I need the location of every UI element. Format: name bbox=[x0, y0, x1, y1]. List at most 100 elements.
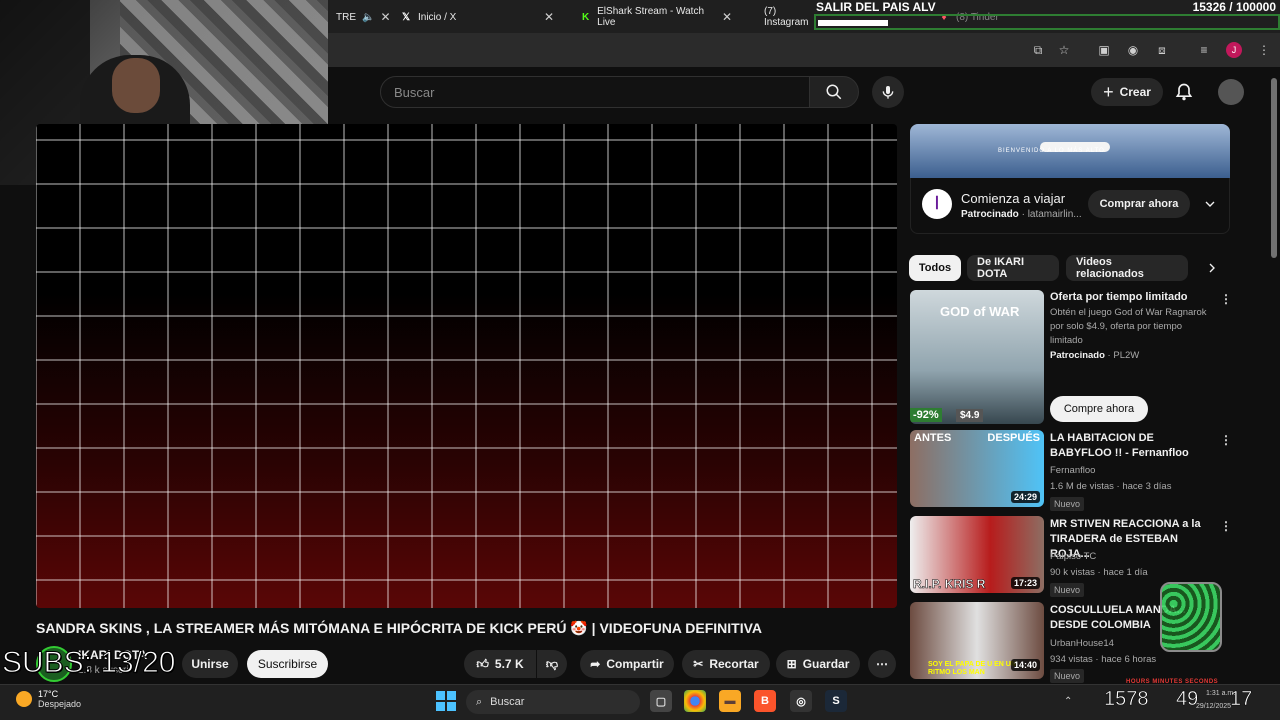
share-button[interactable]: ➦ Compartir bbox=[580, 650, 674, 678]
brave-browser-icon[interactable]: B bbox=[754, 690, 776, 712]
video-thumbnail[interactable]: R.I.P. KRIS R 17:23 bbox=[910, 516, 1044, 593]
account-avatar[interactable] bbox=[1218, 79, 1244, 105]
close-icon[interactable]: ✕ bbox=[380, 10, 390, 24]
taskbar-search[interactable]: ⌕ Buscar bbox=[466, 690, 640, 714]
install-app-icon[interactable]: ⧉ bbox=[1030, 42, 1046, 58]
clock-time[interactable]: 1:31 a.m. bbox=[1206, 690, 1235, 697]
chip-all[interactable]: Todos bbox=[909, 255, 961, 281]
channel-name[interactable]: Fernanfloo bbox=[1050, 464, 1095, 478]
chevron-up-icon[interactable]: ⌃ bbox=[1064, 696, 1072, 707]
task-view-icon[interactable]: ▢ bbox=[650, 690, 672, 712]
dislike-button[interactable]: 👎︎ bbox=[537, 650, 567, 678]
speaker-icon[interactable]: 🔈 bbox=[362, 12, 374, 23]
create-button[interactable]: + Crear bbox=[1091, 78, 1163, 106]
tab-label: TRE bbox=[336, 11, 356, 23]
extensions-puzzle-icon[interactable]: ⧈ bbox=[1154, 42, 1170, 58]
steam-app-icon[interactable]: S bbox=[825, 690, 847, 712]
goal-progress-bar bbox=[814, 14, 1280, 30]
voice-search-button[interactable] bbox=[872, 76, 904, 108]
join-button[interactable]: Unirse bbox=[182, 650, 238, 678]
chrome-app-icon[interactable] bbox=[684, 690, 706, 712]
video-duration: 14:40 bbox=[1010, 659, 1040, 671]
chevron-right-icon[interactable] bbox=[1204, 260, 1220, 276]
tab-instagram[interactable]: (7) Instagram bbox=[750, 6, 814, 28]
create-label: Crear bbox=[1119, 85, 1151, 99]
search-input[interactable]: Buscar bbox=[380, 76, 810, 108]
like-count: 5.7 K bbox=[494, 657, 524, 671]
plus-icon: + bbox=[1103, 81, 1114, 102]
ad-banner-text: BIENVENIDO A LO MÁS ALTO bbox=[998, 148, 1105, 154]
app-icon[interactable]: ◎ bbox=[790, 690, 812, 712]
profile-avatar[interactable]: J bbox=[1226, 42, 1242, 58]
video-meta: 1.6 M de vistas · hace 3 días bbox=[1050, 481, 1172, 492]
buy-now-button[interactable]: Compre ahora bbox=[1050, 396, 1148, 422]
ad-title[interactable]: Comienza a viajar bbox=[961, 191, 1065, 206]
subscribe-button[interactable]: Suscribirse bbox=[247, 650, 328, 678]
scissors-icon: ✂ bbox=[693, 657, 704, 671]
save-button[interactable]: ⊞ Guardar bbox=[776, 650, 860, 678]
video-thumbnail[interactable]: ANTES DESPUÉS 24:29 bbox=[910, 430, 1044, 507]
video-meta: 934 vistas · hace 6 horas bbox=[1050, 654, 1157, 665]
video-thumbnail[interactable]: SOY EL PAPA DE U EN UN RITMO LOS MAN 14:… bbox=[910, 602, 1044, 679]
x-logo-icon: 𝕏 bbox=[401, 11, 411, 23]
bookmark-icon: ⊞ bbox=[786, 657, 797, 671]
video-grid bbox=[36, 124, 897, 608]
star-bookmark-icon[interactable]: ☆ bbox=[1056, 42, 1072, 58]
video-title[interactable]: LA HABITACION DE BABYFLOO !! - Fernanflo… bbox=[1050, 431, 1210, 461]
advertiser-name: PL2W bbox=[1113, 350, 1140, 361]
scrollbar-thumb[interactable] bbox=[1271, 78, 1277, 258]
chip-related[interactable]: Videos relacionados bbox=[1066, 255, 1188, 281]
new-badge: Nuevo bbox=[1050, 497, 1085, 511]
microphone-icon bbox=[882, 86, 894, 99]
chip-label: De IKARI DOTA bbox=[977, 256, 1025, 280]
more-vertical-icon[interactable]: ⋮ bbox=[1220, 433, 1232, 447]
vpn-extension-icon[interactable]: ◉ bbox=[1125, 42, 1141, 58]
latam-logo-icon[interactable]: ꟾ bbox=[922, 189, 952, 219]
chevron-down-icon[interactable] bbox=[1202, 196, 1218, 212]
ad-banner-image[interactable]: BIENVENIDO A LO MÁS ALTO bbox=[910, 124, 1230, 178]
video-player[interactable] bbox=[36, 124, 897, 608]
thumbs-up-icon: 👍︎ bbox=[476, 656, 489, 671]
more-actions-button[interactable]: ⋯ bbox=[868, 650, 896, 678]
ad-cta-button[interactable]: Comprar ahora bbox=[1088, 190, 1190, 218]
subs-counter-overlay: SUBS: 13/20 bbox=[1, 646, 176, 680]
video-description: Obtén el juego God of War Ragnarok por s… bbox=[1050, 307, 1207, 346]
page-scrollbar[interactable] bbox=[1270, 70, 1278, 680]
screen: TRE 🔈 ✕ 𝕏 Inicio / X ✕ K ElShark Stream … bbox=[0, 0, 1280, 720]
thumbs-down-icon: 👎︎ bbox=[545, 656, 559, 671]
more-vertical-icon[interactable]: ⋮ bbox=[1220, 519, 1232, 533]
video-duration: 17:23 bbox=[1010, 577, 1040, 589]
close-icon[interactable]: ✕ bbox=[544, 10, 554, 24]
reading-list-icon[interactable]: ≡ bbox=[1196, 42, 1212, 58]
timer-hours: 1578 bbox=[1104, 688, 1149, 711]
more-menu-icon[interactable]: ⋮ bbox=[1256, 42, 1272, 58]
search-button[interactable] bbox=[809, 76, 859, 108]
channel-name[interactable]: Palpiso TC bbox=[1050, 550, 1096, 564]
more-vertical-icon[interactable]: ⋮ bbox=[1220, 292, 1232, 306]
emote-jar-overlay bbox=[1160, 582, 1222, 652]
thumbnail-logo-text: GOD of WAR bbox=[940, 304, 1020, 319]
tab-label: Inicio / X bbox=[418, 11, 457, 23]
video-thumbnail[interactable]: GOD of WAR -92% $4.9 bbox=[910, 290, 1044, 424]
video-title[interactable]: Oferta por tiempo limitado bbox=[1050, 290, 1210, 305]
ad-sponsor-line: Patrocinado · latamairlin... bbox=[961, 209, 1082, 220]
like-button[interactable]: 👍︎ 5.7 K bbox=[464, 650, 536, 678]
tab-stream[interactable]: TRE 🔈 ✕ bbox=[328, 6, 391, 28]
tab-kick[interactable]: K ElShark Stream - Watch Live ✕ bbox=[572, 6, 740, 28]
goal-progress-fill bbox=[818, 20, 889, 26]
file-explorer-icon[interactable]: ▬ bbox=[719, 690, 741, 712]
extension-icon[interactable]: ▣ bbox=[1096, 42, 1112, 58]
channel-name[interactable]: UrbanHouse14 bbox=[1050, 637, 1114, 651]
close-icon[interactable]: ✕ bbox=[722, 10, 732, 24]
weather-widget[interactable]: 17°C Despejado bbox=[16, 689, 81, 709]
windows-start-icon[interactable] bbox=[436, 691, 456, 711]
clip-button[interactable]: ✂ Recortar bbox=[682, 650, 770, 678]
search-icon bbox=[826, 84, 842, 100]
tab-x[interactable]: 𝕏 Inicio / X ✕ bbox=[392, 6, 562, 28]
clock-date[interactable]: 29/12/2025 bbox=[1196, 703, 1231, 710]
streamer-head bbox=[112, 58, 160, 113]
chip-from-channel[interactable]: De IKARI DOTA bbox=[967, 255, 1059, 281]
notifications-bell-icon[interactable] bbox=[1174, 82, 1194, 102]
price-badge: $4.9 bbox=[956, 409, 984, 422]
video-title: SANDRA SKINS , LA STREAMER MÁS MITÓMANA … bbox=[36, 620, 763, 636]
